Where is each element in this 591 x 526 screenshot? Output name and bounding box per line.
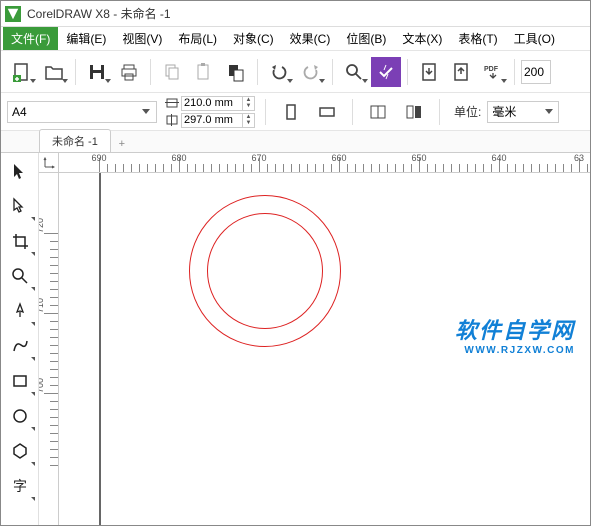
zoom-tool[interactable]: [3, 258, 37, 293]
menu-view[interactable]: 视图(V): [114, 27, 170, 50]
zoom-level-input[interactable]: [521, 60, 551, 84]
property-bar: A4 ▲▼ ▲▼ 单位: 毫米: [1, 93, 590, 131]
import-button[interactable]: [414, 57, 444, 87]
paper-size-value: A4: [12, 105, 27, 119]
crop-tool[interactable]: [3, 223, 37, 258]
polygon-tool[interactable]: [3, 433, 37, 468]
clipboard-button[interactable]: [221, 57, 251, 87]
canvas[interactable]: 软件自学网 WWW.RJZXW.COM: [59, 173, 590, 525]
toolbar-separator: [150, 59, 151, 85]
page-height-input[interactable]: [181, 113, 243, 128]
new-doc-button[interactable]: [7, 57, 37, 87]
canvas-area: 69068067066065064063 720710700 软件自学网 WWW…: [39, 153, 590, 525]
open-button[interactable]: [39, 57, 69, 87]
menu-bitmap[interactable]: 位图(B): [338, 27, 394, 50]
toolbox: 字: [1, 153, 39, 525]
menu-text[interactable]: 文本(X): [394, 27, 450, 50]
ruler-origin-icon[interactable]: [39, 153, 59, 173]
toolbar-separator: [75, 59, 76, 85]
pdf-export-button[interactable]: PDF: [478, 57, 508, 87]
vertical-ruler[interactable]: 720710700: [39, 173, 59, 525]
horizontal-ruler[interactable]: 69068067066065064063: [59, 153, 590, 173]
menu-edit[interactable]: 编辑(E): [58, 27, 114, 50]
paper-size-select[interactable]: A4: [7, 101, 157, 123]
landscape-button[interactable]: [312, 98, 342, 126]
menu-effect[interactable]: 效果(C): [282, 27, 339, 50]
undo-button[interactable]: [264, 57, 294, 87]
ellipse-tool[interactable]: [3, 398, 37, 433]
all-pages-button[interactable]: [363, 98, 393, 126]
current-page-button[interactable]: [399, 98, 429, 126]
toolbar-separator: [407, 59, 408, 85]
save-button[interactable]: [82, 57, 112, 87]
toolbar-separator: [332, 59, 333, 85]
menu-file[interactable]: 文件(F): [3, 27, 58, 50]
menu-object[interactable]: 对象(C): [225, 27, 282, 50]
toolbar-separator: [257, 59, 258, 85]
snap-button[interactable]: [371, 57, 401, 87]
width-icon: [163, 96, 181, 110]
shape-tool[interactable]: [3, 188, 37, 223]
units-label: 单位:: [454, 103, 481, 120]
menu-bar: 文件(F) 编辑(E) 视图(V) 布局(L) 对象(C) 效果(C) 位图(B…: [1, 27, 590, 51]
units-select[interactable]: 毫米: [487, 101, 559, 123]
rectangle-tool[interactable]: [3, 363, 37, 398]
page-dimensions: ▲▼ ▲▼: [163, 95, 255, 128]
toolbar-separator: [439, 99, 440, 125]
svg-text:PDF: PDF: [484, 66, 499, 73]
watermark-text-2: WWW.RJZXW.COM: [455, 345, 575, 356]
toolbar-separator: [352, 99, 353, 125]
freehand-tool[interactable]: [3, 293, 37, 328]
units-value: 毫米: [492, 103, 516, 120]
watermark-text-1: 软件自学网: [455, 313, 575, 345]
add-tab-button[interactable]: +: [113, 136, 131, 152]
tab-doc-1[interactable]: 未命名 -1: [39, 129, 111, 152]
export-button[interactable]: [446, 57, 476, 87]
height-icon: [163, 113, 181, 127]
menu-table[interactable]: 表格(T): [450, 27, 505, 50]
document-tabs: 未命名 -1 +: [1, 131, 590, 153]
menu-layout[interactable]: 布局(L): [170, 27, 225, 50]
portrait-button[interactable]: [276, 98, 306, 126]
search-button[interactable]: [339, 57, 369, 87]
standard-toolbar: PDF: [1, 51, 590, 93]
watermark: 软件自学网 WWW.RJZXW.COM: [455, 313, 575, 356]
drawing-circle-inner[interactable]: [207, 213, 323, 329]
width-spinner[interactable]: ▲▼: [243, 96, 255, 111]
text-tool[interactable]: 字: [3, 468, 37, 503]
toolbar-separator: [514, 59, 515, 85]
redo-button[interactable]: [296, 57, 326, 87]
height-spinner[interactable]: ▲▼: [243, 113, 255, 128]
svg-text:字: 字: [13, 478, 27, 494]
toolbar-separator: [265, 99, 266, 125]
page-width-input[interactable]: [181, 96, 243, 111]
copy-button[interactable]: [157, 57, 187, 87]
work-area: 字 69068067066065064063 720710700 软件自学网 W…: [1, 153, 590, 525]
pick-tool[interactable]: [3, 153, 37, 188]
artistic-media-tool[interactable]: [3, 328, 37, 363]
window-title: CorelDRAW X8 - 未命名 -1: [27, 5, 171, 22]
app-logo-icon: [5, 6, 21, 22]
menu-tools[interactable]: 工具(O): [506, 27, 563, 50]
print-button[interactable]: [114, 57, 144, 87]
title-bar: CorelDRAW X8 - 未命名 -1: [1, 1, 590, 27]
paste-button[interactable]: [189, 57, 219, 87]
